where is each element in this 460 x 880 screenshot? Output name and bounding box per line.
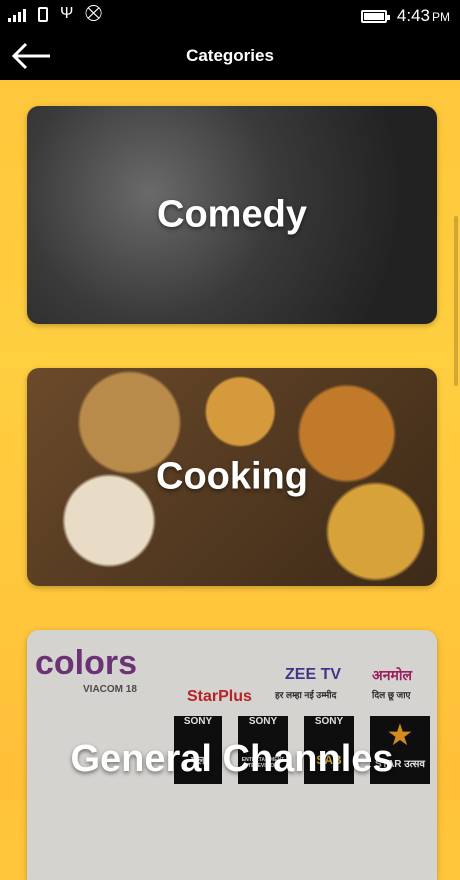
sim-icon [38, 6, 48, 22]
signal-icon [8, 6, 26, 22]
page-title: Categories [186, 46, 274, 65]
category-card-cooking[interactable]: Cooking [27, 368, 437, 586]
category-list[interactable]: Comedy Cooking colors VIACOM 18 StarPlus… [0, 80, 460, 880]
category-label: General Channles [70, 738, 394, 780]
app-bar: Categories [0, 32, 460, 80]
category-label: Comedy [157, 193, 307, 236]
category-card-comedy[interactable]: Comedy [27, 106, 437, 324]
category-label: Cooking [156, 455, 308, 498]
scrollbar[interactable] [454, 216, 458, 386]
no-data-icon: ⛒ [85, 5, 102, 22]
category-card-general-channels[interactable]: colors VIACOM 18 StarPlus ZEE TV हर लम्ह… [27, 630, 437, 880]
status-bar: Ψ ⛒ 4:43 PM [0, 0, 460, 32]
clock-time: 4:43 [396, 6, 430, 25]
usb-icon: Ψ [60, 5, 74, 22]
battery-icon [360, 9, 390, 23]
clock: 4:43 PM [397, 6, 450, 26]
clock-ampm: PM [432, 10, 450, 24]
